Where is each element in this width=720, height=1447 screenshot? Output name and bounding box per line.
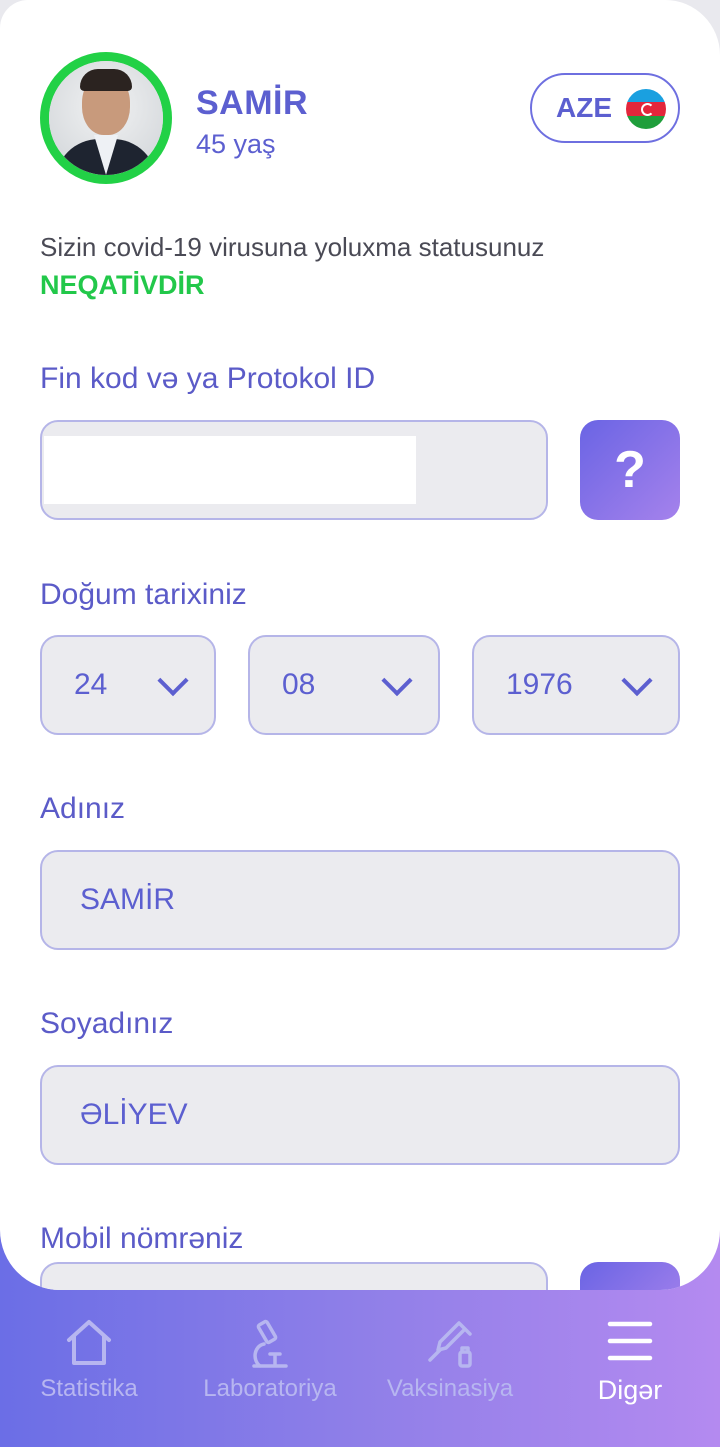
bottom-nav: Statistika Laboratoriya Vaksinasiya Digə… <box>0 1290 720 1447</box>
card-corner <box>0 0 30 30</box>
birth-date-label: Doğum tarixiniz <box>40 578 247 611</box>
nav-item-laboratoriya[interactable]: Laboratoriya <box>190 1290 350 1447</box>
microscope-icon <box>252 1319 288 1368</box>
nav-label: Laboratoriya <box>203 1375 337 1402</box>
first-name-input[interactable]: SAMİR <box>40 850 680 950</box>
help-button[interactable]: ? <box>580 420 680 520</box>
profile-age: 45 yaş <box>196 129 276 159</box>
birth-year-select[interactable]: 1976 <box>472 635 680 735</box>
surname-input[interactable]: ƏLİYEV <box>40 1065 680 1165</box>
nav-item-vaksinasiya[interactable]: Vaksinasiya <box>372 1290 528 1447</box>
main-card: SAMİR 45 yaş AZE Sizin covid-19 virusuna… <box>0 0 720 1290</box>
azerbaijan-flag-icon <box>626 89 666 129</box>
mobile-label: Mobil nömrəniz <box>40 1222 244 1255</box>
profile-name: SAMİR <box>196 84 309 122</box>
mobile-input[interactable] <box>40 1262 548 1290</box>
status-text: Sizin covid-19 virusuna yoluxma statusun… <box>40 232 545 262</box>
redacted-value <box>44 436 416 504</box>
mobile-help-button[interactable] <box>580 1262 680 1290</box>
language-code: AZE <box>556 92 612 123</box>
chevron-down-icon <box>381 665 413 697</box>
fin-code-input[interactable] <box>40 420 548 520</box>
menu-icon <box>607 1321 653 1361</box>
nav-label: Statistika <box>40 1375 138 1402</box>
syringe-icon <box>428 1321 472 1368</box>
card-corner <box>660 0 720 60</box>
nav-item-diger[interactable]: Digər <box>570 1290 690 1447</box>
birth-month-select[interactable]: 08 <box>248 635 440 735</box>
chevron-down-icon <box>157 665 189 697</box>
chevron-down-icon <box>621 665 653 697</box>
surname-label: Soyadınız <box>40 1007 174 1040</box>
birth-day-select[interactable]: 24 <box>40 635 216 735</box>
nav-item-statistika[interactable]: Statistika <box>18 1290 160 1447</box>
nav-label: Digər <box>597 1375 663 1405</box>
avatar <box>40 52 172 184</box>
language-selector[interactable]: AZE <box>530 73 680 143</box>
first-name-label: Adınız <box>40 792 126 825</box>
status-badge: NEQATİVDİR <box>40 270 205 300</box>
home-icon <box>67 1320 111 1365</box>
nav-label: Vaksinasiya <box>386 1375 514 1402</box>
fin-code-label: Fin kod və ya Protokol ID <box>40 362 376 395</box>
